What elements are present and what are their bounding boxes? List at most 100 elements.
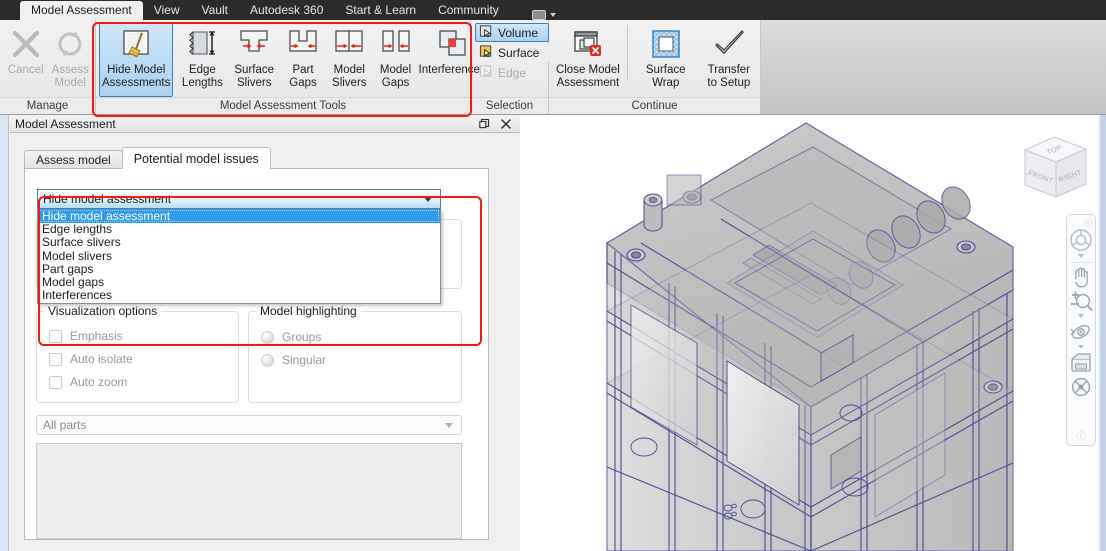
- combobox-option-surface-slivers[interactable]: Surface slivers: [38, 235, 440, 249]
- model-gaps-button[interactable]: Model Gaps: [376, 22, 416, 97]
- singular-radio-label: Singular: [282, 353, 327, 367]
- close-icon[interactable]: [500, 118, 512, 130]
- combobox-field[interactable]: Hide model assessment: [37, 189, 441, 209]
- model-slivers-button[interactable]: Model Slivers: [329, 22, 370, 97]
- combobox-option-interferences[interactable]: Interferences: [38, 289, 440, 303]
- auto-isolate-row[interactable]: Auto isolate: [49, 352, 133, 366]
- edge-lengths-label: Edge Lengths: [181, 64, 223, 89]
- results-listbox[interactable]: [36, 443, 462, 539]
- chevron-down-icon[interactable]: [1078, 314, 1084, 318]
- interferences-icon: [435, 26, 469, 62]
- edge-select-label: Edge: [498, 65, 527, 80]
- rewind-icon: [1071, 353, 1091, 372]
- chevron-down-icon: [445, 422, 453, 428]
- surface-select-label: Surface: [498, 45, 540, 60]
- panel-dock-gutter[interactable]: [0, 115, 9, 551]
- checkmark-icon: [712, 26, 746, 62]
- chevron-down-icon[interactable]: [1078, 254, 1084, 258]
- pan-hand-icon: [1075, 267, 1088, 288]
- combobox-option-part-gaps[interactable]: Part gaps: [38, 262, 440, 276]
- model-gaps-icon: [379, 26, 413, 62]
- transfer-to-setup-button[interactable]: Transfer to Setup: [701, 22, 757, 97]
- volume-select-label: Volume: [498, 25, 539, 40]
- combobox-option-model-slivers[interactable]: Model slivers: [38, 249, 440, 263]
- part-gaps-button[interactable]: Part Gaps: [283, 22, 323, 97]
- viewport-vertical-scrollbar[interactable]: [1100, 115, 1106, 551]
- visualization-options-group: Visualization options Emphasis Auto isol…: [36, 304, 239, 403]
- pan-tool-button[interactable]: [1067, 265, 1095, 289]
- view-cube[interactable]: TOP FRONT RIGHT: [1016, 131, 1096, 209]
- tab-potential-model-issues[interactable]: Potential model issues: [121, 147, 271, 169]
- close-model-assessment-icon: [571, 26, 605, 62]
- parts-filter-value: All parts: [43, 418, 87, 432]
- parts-filter-combobox[interactable]: All parts: [36, 415, 462, 435]
- showmotion-icon: [1071, 377, 1091, 397]
- surface-slivers-button[interactable]: Surface Slivers: [231, 22, 277, 97]
- tab-community[interactable]: Community: [427, 1, 510, 20]
- surface-wrap-button[interactable]: Surface Wrap: [631, 22, 701, 97]
- close-model-assessment-button[interactable]: Close Model Assessment: [552, 22, 624, 97]
- singular-radio[interactable]: [261, 353, 274, 367]
- ribbon-tab-strip: Model Assessment View Vault Autodesk 360…: [0, 0, 1106, 20]
- auto-zoom-checkbox[interactable]: [49, 375, 62, 389]
- full-navigation-wheel-button[interactable]: [1067, 227, 1095, 253]
- part-gaps-icon: [286, 26, 320, 62]
- zoom-magnifier-icon: [1071, 291, 1093, 312]
- auto-isolate-label: Auto isolate: [70, 352, 133, 366]
- surface-select-button[interactable]: Surface: [475, 43, 549, 62]
- ribbon-group-continue: Close Model Assessment Surface Wrap Tran…: [549, 20, 761, 114]
- nav-divider: [1070, 262, 1092, 263]
- ribbon-group-manage: Cancel Assess Model Manage: [0, 20, 96, 114]
- edge-select-button[interactable]: Edge: [475, 63, 549, 82]
- transfer-to-setup-label: Transfer to Setup: [707, 64, 751, 89]
- assess-model-button[interactable]: Assess Model: [48, 22, 92, 97]
- potential-model-issues-page: Model assessment tools Show coincident e…: [24, 168, 489, 540]
- emphasis-row[interactable]: Emphasis: [49, 329, 123, 343]
- part-gaps-label: Part Gaps: [289, 64, 317, 89]
- orbit-icon: [1070, 325, 1090, 339]
- volume-select-button[interactable]: Volume: [475, 23, 549, 42]
- ribbon-group-selection: Volume Surface Edge Selection: [471, 20, 549, 114]
- emphasis-label: Emphasis: [70, 329, 123, 343]
- steering-wheel-icon: [1070, 229, 1092, 251]
- cancel-x-icon: [9, 26, 43, 62]
- combobox-value: Hide model assessment: [43, 192, 172, 206]
- rewind-tool-button[interactable]: [1067, 351, 1095, 375]
- auto-isolate-checkbox[interactable]: [49, 352, 62, 366]
- cancel-button[interactable]: Cancel: [3, 22, 48, 97]
- edge-select-icon: [479, 64, 494, 82]
- combobox-option-model-gaps[interactable]: Model gaps: [38, 275, 440, 289]
- groups-radio-row[interactable]: Groups: [261, 330, 321, 344]
- emphasis-checkbox[interactable]: [49, 329, 62, 343]
- singular-radio-row[interactable]: Singular: [261, 353, 326, 367]
- zoom-tool-button[interactable]: [1067, 289, 1095, 313]
- tab-autodesk-360[interactable]: Autodesk 360: [239, 1, 334, 20]
- minimize-window-icon: [531, 10, 546, 20]
- model-assessment-tools-combobox[interactable]: Hide model assessment Hide model assessm…: [37, 189, 441, 304]
- ribbon-group-selection-label: Selection: [471, 97, 548, 114]
- nav-close-icon[interactable]: ⓘ: [1084, 219, 1092, 227]
- tab-start-and-learn[interactable]: Start & Learn: [334, 1, 427, 20]
- selection-button-stack: Volume Surface Edge: [471, 20, 553, 97]
- combobox-options-list[interactable]: Hide model assessment Edge lengths Surfa…: [37, 209, 441, 304]
- hide-model-assessments-button[interactable]: Hide Model Assessments: [99, 22, 174, 97]
- showmotion-tool-button[interactable]: [1067, 375, 1095, 399]
- auto-zoom-row[interactable]: Auto zoom: [49, 375, 127, 389]
- combobox-option-edge-lengths[interactable]: Edge lengths: [38, 222, 440, 236]
- tab-assess-model[interactable]: Assess model: [24, 150, 123, 169]
- tab-view[interactable]: View: [143, 1, 191, 20]
- groups-radio-label: Groups: [282, 330, 322, 344]
- ribbon-minimize-control[interactable]: [531, 10, 556, 20]
- panel-title-bar[interactable]: Model Assessment: [10, 115, 520, 133]
- tab-vault[interactable]: Vault: [191, 1, 239, 20]
- groups-radio[interactable]: [261, 330, 274, 344]
- nav-collapse-icon[interactable]: ⓘ: [1076, 429, 1085, 442]
- chevron-down-icon: [424, 196, 432, 202]
- chevron-down-icon[interactable]: [1078, 345, 1084, 349]
- tab-model-assessment[interactable]: Model Assessment: [20, 1, 143, 20]
- combobox-option-hide-model-assessment[interactable]: Hide model assessment: [38, 209, 440, 223]
- undock-icon[interactable]: [479, 118, 491, 130]
- orbit-tool-button[interactable]: [1067, 320, 1095, 344]
- edge-lengths-button[interactable]: Edge Lengths: [179, 22, 225, 97]
- visualization-options-legend: Visualization options: [44, 304, 162, 318]
